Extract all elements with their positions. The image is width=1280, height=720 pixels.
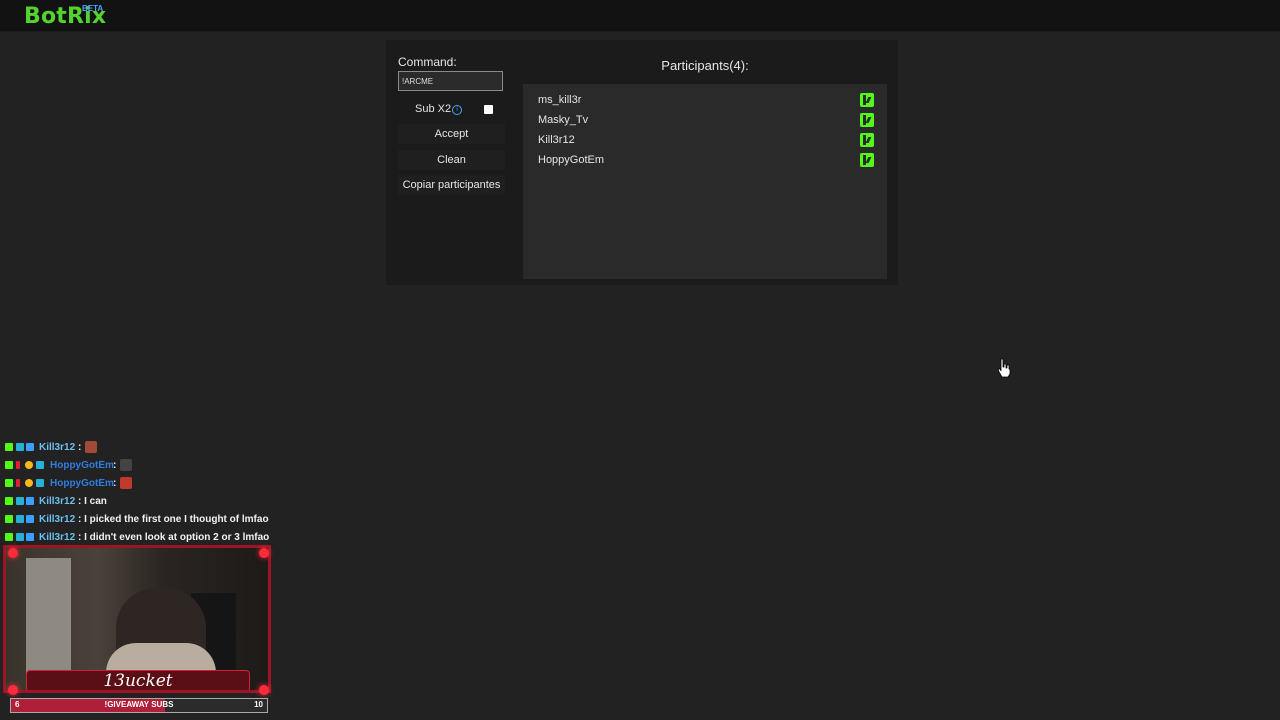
frame-light-icon bbox=[259, 548, 269, 558]
gift-badge-icon bbox=[26, 515, 34, 523]
chat-username: HoppyGotEm bbox=[50, 460, 114, 471]
gift-badge-icon bbox=[26, 497, 34, 505]
chat-text: : I picked the first one I thought of lm… bbox=[78, 514, 269, 525]
streamer-name: 13ucket bbox=[103, 671, 173, 691]
chat-text: : I didn't even look at option 2 or 3 lm… bbox=[78, 532, 270, 543]
kick-badge-icon bbox=[5, 515, 13, 523]
participant-name: Masky_Tv bbox=[538, 114, 589, 126]
kick-icon bbox=[860, 153, 874, 167]
chat-text: : I can bbox=[78, 496, 107, 507]
chat-username: HoppyGotEm bbox=[50, 478, 114, 489]
participant-name: ms_kill3r bbox=[538, 94, 582, 106]
subscriber-badge-icon bbox=[36, 479, 44, 487]
participant-name: HoppyGotEm bbox=[538, 154, 605, 166]
participant-name: Kill3r12 bbox=[538, 134, 575, 146]
chat-text: : bbox=[113, 478, 117, 489]
sub-x2-label: Sub X2 bbox=[415, 103, 452, 115]
sub-x2-checkbox[interactable] bbox=[484, 105, 493, 114]
participants-list: ms_kill3r Masky_Tv Kill3r12 HoppyGotEm bbox=[523, 84, 887, 279]
vip-badge-icon bbox=[16, 479, 20, 487]
gift-badge-icon bbox=[26, 533, 34, 541]
webcam-door bbox=[26, 558, 71, 683]
emote-icon bbox=[85, 441, 97, 453]
sub-x2-row: Sub X2 i bbox=[398, 102, 505, 118]
streamer-name-banner: 13ucket bbox=[26, 670, 250, 691]
frame-light-icon bbox=[259, 685, 269, 695]
chat-text: : bbox=[78, 442, 82, 453]
info-icon[interactable]: i bbox=[452, 105, 462, 115]
frame-light-icon bbox=[8, 548, 18, 558]
gift-badge-icon bbox=[26, 443, 34, 451]
clean-button[interactable]: Clean bbox=[398, 150, 505, 170]
accept-button[interactable]: Accept bbox=[398, 124, 505, 144]
subscriber-badge-icon bbox=[36, 461, 44, 469]
kick-badge-icon bbox=[5, 497, 13, 505]
participant-item[interactable]: Masky_Tv bbox=[538, 113, 874, 129]
emote-icon bbox=[120, 477, 132, 489]
participants-title: Participants(4): bbox=[661, 58, 749, 73]
sub-goal-target: 10 bbox=[254, 700, 263, 709]
sub-goal-bar: 6 !GIVEAWAY SUBS 10 bbox=[10, 698, 268, 713]
top-bar: BotRix BETA bbox=[0, 0, 1280, 32]
chat-username: Kill3r12 bbox=[39, 514, 76, 525]
chat-username: Kill3r12 bbox=[39, 442, 76, 453]
kick-badge-icon bbox=[5, 479, 13, 487]
frame-light-icon bbox=[8, 685, 18, 695]
eyes-emote-icon bbox=[120, 459, 132, 471]
command-label: Command: bbox=[398, 55, 457, 69]
kick-icon bbox=[860, 113, 874, 127]
subscriber-badge-icon bbox=[16, 443, 24, 451]
beta-badge: BETA bbox=[82, 4, 104, 13]
giveaway-panel: Command: Sub X2 i Accept Clean Copiar pa… bbox=[386, 40, 898, 285]
hand-cursor-icon bbox=[997, 358, 1011, 378]
vip-badge-icon bbox=[16, 461, 20, 469]
kick-icon bbox=[860, 133, 874, 147]
kick-badge-icon bbox=[5, 443, 13, 451]
kick-icon bbox=[860, 93, 874, 107]
participant-item[interactable]: ms_kill3r bbox=[538, 93, 874, 109]
sub-goal-title: !GIVEAWAY SUBS bbox=[104, 700, 174, 709]
participant-item[interactable]: Kill3r12 bbox=[538, 133, 874, 149]
participant-item[interactable]: HoppyGotEm bbox=[538, 153, 874, 169]
command-input[interactable] bbox=[398, 71, 503, 91]
copy-participants-button[interactable]: Copiar participantes bbox=[398, 175, 505, 195]
chat-text: : bbox=[113, 460, 117, 471]
og-badge-icon bbox=[25, 479, 33, 487]
webcam-overlay: 13ucket bbox=[3, 545, 271, 693]
subscriber-badge-icon bbox=[16, 515, 24, 523]
kick-badge-icon bbox=[5, 533, 13, 541]
og-badge-icon bbox=[25, 461, 33, 469]
chat-username: Kill3r12 bbox=[39, 532, 76, 543]
subscriber-badge-icon bbox=[16, 497, 24, 505]
subscriber-badge-icon bbox=[16, 533, 24, 541]
chat-username: Kill3r12 bbox=[39, 496, 76, 507]
kick-badge-icon bbox=[5, 461, 13, 469]
